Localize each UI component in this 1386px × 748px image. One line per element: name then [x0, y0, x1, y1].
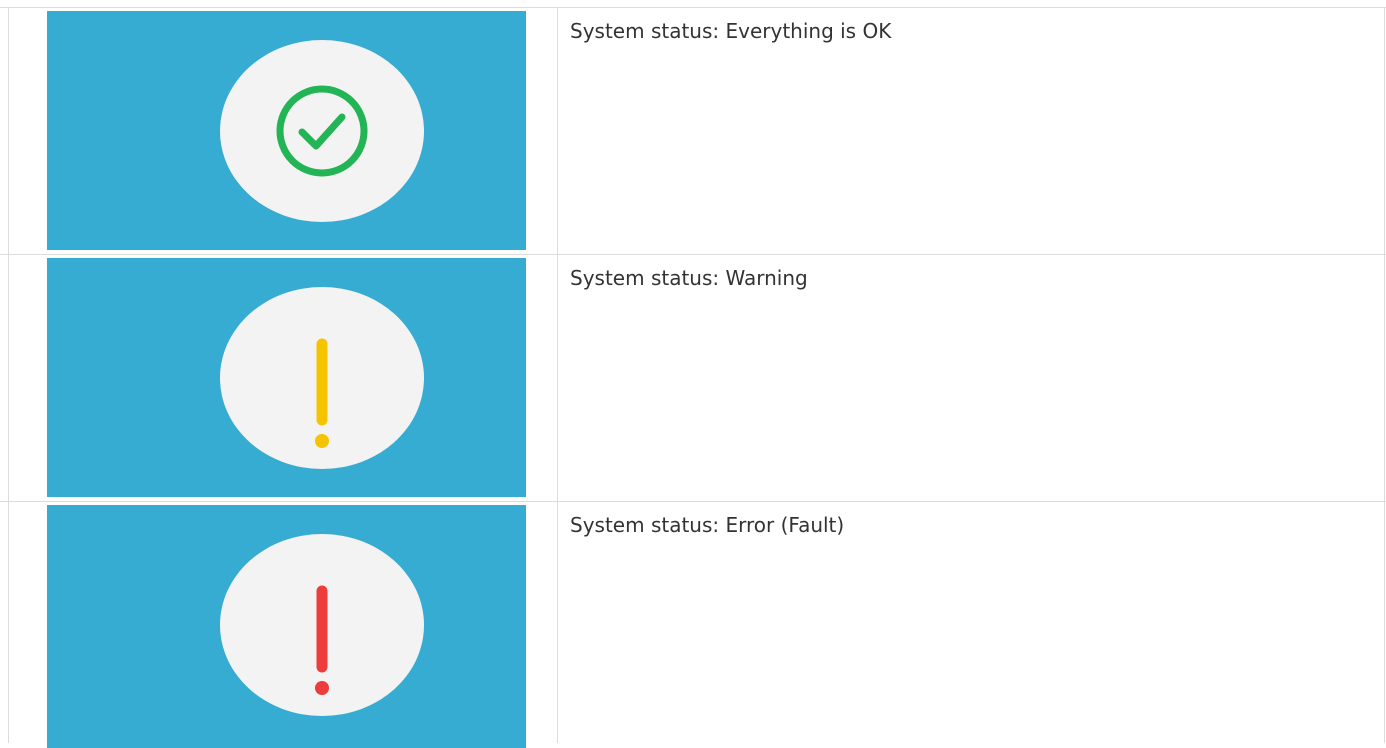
status-badge: [220, 534, 424, 716]
status-description: System status: Warning: [570, 266, 808, 290]
table-row-warning: System status: Warning: [0, 254, 1386, 501]
exclamation-icon: [315, 585, 329, 695]
table-row-error: System status: Error (Fault): [0, 501, 1386, 748]
status-badge: [220, 40, 424, 222]
status-badge: [220, 287, 424, 469]
status-warning-image: [47, 258, 526, 497]
status-table: System status: Everything is OK System s…: [0, 0, 1386, 748]
exclamation-icon: [315, 338, 329, 448]
status-ok-image: [47, 11, 526, 250]
status-error-image: [47, 505, 526, 748]
status-description: System status: Everything is OK: [570, 19, 892, 43]
status-description: System status: Error (Fault): [570, 513, 845, 537]
check-circle-icon: [276, 85, 368, 177]
table-row-ok: System status: Everything is OK: [0, 7, 1386, 254]
